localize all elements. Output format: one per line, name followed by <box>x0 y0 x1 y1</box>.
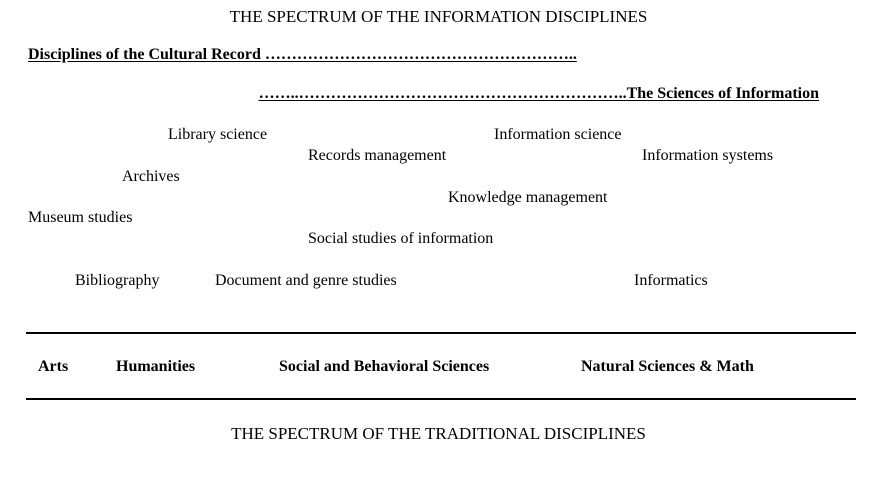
bottom-title: THE SPECTRUM OF THE TRADITIONAL DISCIPLI… <box>231 424 646 443</box>
discipline-document-and-genre-studies: Document and genre studies <box>215 272 397 289</box>
scale-bottom-rule <box>26 398 856 400</box>
discipline-museum-studies: Museum studies <box>28 209 133 226</box>
discipline-informatics: Informatics <box>634 272 708 289</box>
traditional-social-behavioral-sciences: Social and Behavioral Sciences <box>279 358 490 375</box>
scale-top-rule <box>26 332 856 334</box>
traditional-arts: Arts <box>38 358 69 375</box>
discipline-library-science: Library science <box>168 126 268 143</box>
top-title: THE SPECTRUM OF THE INFORMATION DISCIPLI… <box>229 7 648 26</box>
discipline-bibliography: Bibliography <box>75 272 160 289</box>
heading-sciences-of-information: ……..……………………………………………………..The Sciences o… <box>258 85 819 102</box>
discipline-records-management: Records management <box>308 147 447 164</box>
heading-cultural-record: Disciplines of the Cultural Record ……………… <box>28 46 577 63</box>
discipline-information-science: Information science <box>494 126 622 143</box>
discipline-information-systems: Information systems <box>642 147 774 164</box>
discipline-knowledge-management: Knowledge management <box>448 189 608 206</box>
traditional-natural-sciences-math: Natural Sciences & Math <box>581 358 754 375</box>
traditional-humanities: Humanities <box>116 358 196 375</box>
discipline-archives: Archives <box>122 168 180 185</box>
discipline-social-studies-of-information: Social studies of information <box>308 230 494 247</box>
